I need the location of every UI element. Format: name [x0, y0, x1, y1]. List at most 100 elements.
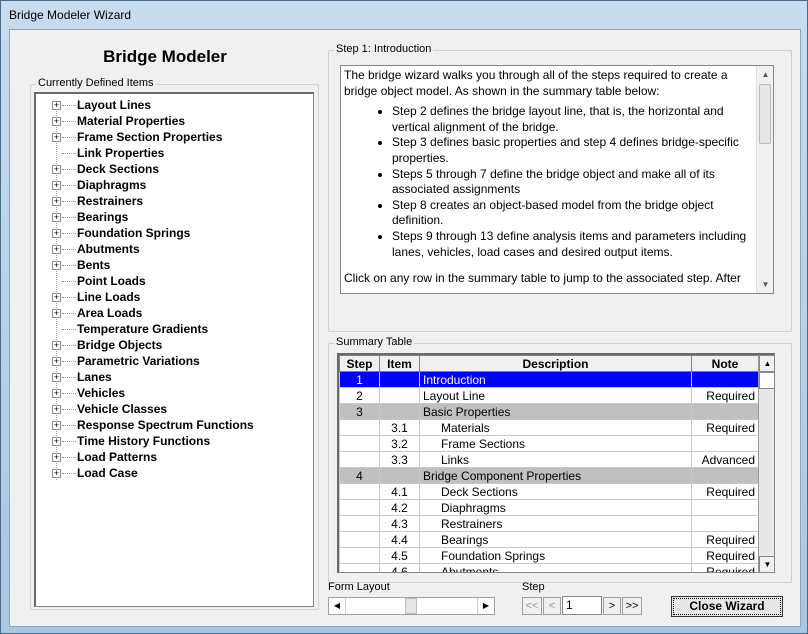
- scroll-left-icon[interactable]: ◀: [329, 598, 346, 614]
- cell-note: [691, 435, 759, 452]
- scroll-thumb[interactable]: [759, 372, 774, 389]
- cell-step: [339, 547, 380, 564]
- expand-icon[interactable]: +: [52, 245, 61, 254]
- scroll-down-icon[interactable]: ▼: [757, 276, 773, 293]
- expand-icon[interactable]: +: [52, 405, 61, 414]
- expand-icon[interactable]: +: [52, 437, 61, 446]
- tree-connector: [62, 105, 76, 106]
- expand-icon[interactable]: +: [52, 341, 61, 350]
- expand-icon[interactable]: +: [52, 389, 61, 398]
- tree-item-label: Foundation Springs: [77, 226, 191, 240]
- cell-desc: Frame Sections: [419, 435, 692, 452]
- cell-desc: Layout Line: [419, 387, 692, 404]
- table-row[interactable]: 3.2 Frame Sections: [339, 435, 759, 452]
- cell-item: 3.3: [379, 451, 420, 468]
- cell-desc: Deck Sections: [419, 483, 692, 500]
- cell-item: 4.6: [379, 563, 420, 572]
- table-row[interactable]: 4 Bridge Component Properties: [339, 467, 759, 484]
- tree-connector: [62, 329, 76, 330]
- intro-bullet: Steps 5 through 7 define the bridge obje…: [392, 167, 753, 198]
- expand-icon[interactable]: +: [52, 261, 61, 270]
- cell-step: 4: [339, 467, 380, 484]
- tree-item-label: Point Loads: [77, 274, 146, 288]
- cell-item: [379, 371, 420, 388]
- tree-connector: [62, 377, 76, 378]
- table-row[interactable]: 3.1 Materials Required: [339, 419, 759, 436]
- table-row[interactable]: 4.6 Abutments Required: [339, 563, 759, 572]
- table-scrollbar[interactable]: ▲ ▼: [758, 355, 774, 572]
- table-row[interactable]: 1 Introduction: [339, 371, 759, 388]
- scroll-up-icon[interactable]: ▲: [759, 355, 774, 372]
- intro-bullet: Step 2 defines the bridge layout line, t…: [392, 104, 753, 135]
- expand-icon[interactable]: +: [52, 373, 61, 382]
- cell-item: 3.1: [379, 419, 420, 436]
- col-note[interactable]: Note: [691, 355, 759, 372]
- step-number-input[interactable]: 1: [562, 596, 602, 615]
- expand-icon[interactable]: +: [52, 165, 61, 174]
- first-step-button[interactable]: <<: [522, 597, 542, 615]
- cell-note: Required: [691, 547, 759, 564]
- form-layout-slider[interactable]: ◀ ▶: [328, 597, 495, 615]
- intro-bullets: Step 2 defines the bridge layout line, t…: [344, 104, 753, 260]
- intro-scrollbar[interactable]: ▲ ▼: [756, 66, 773, 293]
- tree-connector: [62, 313, 76, 314]
- expand-icon[interactable]: +: [52, 181, 61, 190]
- scroll-up-icon[interactable]: ▲: [757, 66, 773, 83]
- table-row[interactable]: 3 Basic Properties: [339, 403, 759, 420]
- tree-connector: [62, 441, 76, 442]
- tree-item-label: Response Spectrum Functions: [77, 418, 254, 432]
- expand-icon[interactable]: +: [52, 229, 61, 238]
- tree-item-label: Link Properties: [77, 146, 165, 160]
- last-step-button[interactable]: >>: [622, 597, 642, 615]
- tree-item-label: Parametric Variations: [77, 354, 200, 368]
- table-row[interactable]: 4.4 Bearings Required: [339, 531, 759, 548]
- step-label: Step 1: Introduction: [334, 43, 434, 55]
- expand-icon[interactable]: +: [52, 357, 61, 366]
- expand-icon[interactable]: +: [52, 213, 61, 222]
- expand-icon[interactable]: +: [52, 453, 61, 462]
- close-wizard-button[interactable]: Close Wizard: [671, 596, 783, 617]
- cell-item: [379, 403, 420, 420]
- cell-note: Required: [691, 483, 759, 500]
- table-row[interactable]: 4.3 Restrainers: [339, 515, 759, 532]
- tree-connector: [62, 425, 76, 426]
- col-item[interactable]: Item: [379, 355, 420, 372]
- cell-desc: Restrainers: [419, 515, 692, 532]
- cell-desc: Links: [419, 451, 692, 468]
- intro-bullet: Steps 9 through 13 define analysis items…: [392, 229, 753, 260]
- expand-icon[interactable]: +: [52, 117, 61, 126]
- expand-icon[interactable]: +: [52, 421, 61, 430]
- scroll-right-icon[interactable]: ▶: [477, 598, 494, 614]
- col-description[interactable]: Description: [419, 355, 692, 372]
- scroll-thumb[interactable]: [759, 84, 771, 144]
- intro-textbox[interactable]: The bridge wizard walks you through all …: [340, 65, 774, 294]
- table-row[interactable]: 4.2 Diaphragms: [339, 499, 759, 516]
- summary-table[interactable]: Step Item Description Note 1 Introduction…: [337, 353, 775, 573]
- tree-connector: [62, 393, 76, 394]
- table-row[interactable]: 3.3 Links Advanced: [339, 451, 759, 468]
- scroll-down-icon[interactable]: ▼: [759, 556, 774, 572]
- cell-item: 4.4: [379, 531, 420, 548]
- expand-icon[interactable]: +: [52, 469, 61, 478]
- expand-icon[interactable]: +: [52, 101, 61, 110]
- tree-item-label: Lanes: [77, 370, 112, 384]
- slider-thumb[interactable]: [405, 598, 417, 614]
- cell-step: [339, 531, 380, 548]
- cell-step: 3: [339, 403, 380, 420]
- prev-step-button[interactable]: <: [543, 597, 561, 615]
- cell-desc: Introduction: [419, 371, 692, 388]
- cell-step: [339, 515, 380, 532]
- expand-icon[interactable]: +: [52, 293, 61, 302]
- table-row[interactable]: 4.5 Foundation Springs Required: [339, 547, 759, 564]
- expand-icon[interactable]: +: [52, 309, 61, 318]
- cell-item: 4.1: [379, 483, 420, 500]
- tree-connector: [62, 265, 76, 266]
- col-step[interactable]: Step: [339, 355, 380, 372]
- next-step-button[interactable]: >: [603, 597, 621, 615]
- table-row[interactable]: 2 Layout Line Required: [339, 387, 759, 404]
- tree-connector: [62, 233, 76, 234]
- table-row[interactable]: 4.1 Deck Sections Required: [339, 483, 759, 500]
- expand-icon[interactable]: +: [52, 197, 61, 206]
- defined-items-tree[interactable]: + Layout Lines + Material Properties + Frame …: [34, 92, 314, 607]
- expand-icon[interactable]: +: [52, 133, 61, 142]
